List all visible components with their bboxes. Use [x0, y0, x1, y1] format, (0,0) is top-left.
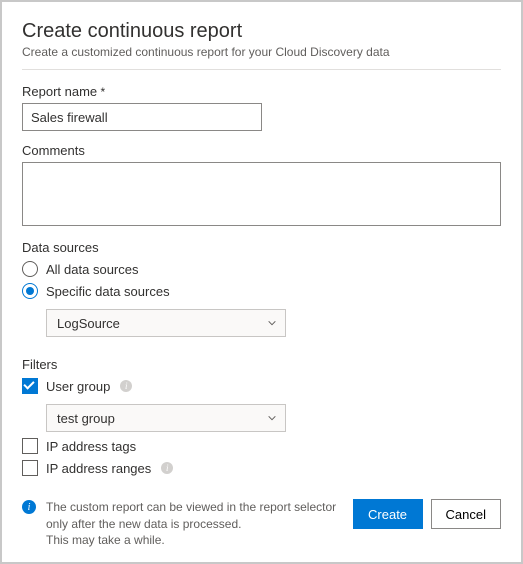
user-group-select-value: test group	[57, 411, 115, 426]
report-name-label: Report name	[22, 84, 501, 99]
user-group-select[interactable]: test group	[46, 404, 286, 432]
data-sources-label: Data sources	[22, 240, 501, 255]
chevron-down-icon	[267, 413, 277, 423]
info-icon: i	[120, 380, 132, 392]
info-icon: i	[22, 500, 36, 514]
radio-specific-label: Specific data sources	[46, 284, 170, 299]
radio-icon	[22, 261, 38, 277]
cancel-button[interactable]: Cancel	[431, 499, 501, 529]
button-row: Create Cancel	[353, 499, 501, 529]
filter-ip-tags[interactable]: IP address tags	[22, 438, 501, 454]
filter-ip-ranges-label: IP address ranges	[46, 461, 151, 476]
filter-user-group[interactable]: User group i	[22, 378, 501, 394]
comments-input[interactable]	[22, 162, 501, 226]
radio-specific-sources[interactable]: Specific data sources	[22, 283, 501, 299]
footer: i The custom report can be viewed in the…	[22, 487, 501, 548]
filter-ip-ranges[interactable]: IP address ranges i	[22, 460, 501, 476]
chevron-down-icon	[267, 318, 277, 328]
radio-icon	[22, 283, 38, 299]
info-icon: i	[161, 462, 173, 474]
filter-ip-tags-label: IP address tags	[46, 439, 136, 454]
checkbox-icon	[22, 378, 38, 394]
data-source-select-value: LogSource	[57, 316, 120, 331]
report-name-input[interactable]	[22, 103, 262, 131]
comments-label: Comments	[22, 143, 501, 158]
create-report-panel: Create continuous report Create a custom…	[0, 0, 523, 564]
data-source-select[interactable]: LogSource	[46, 309, 286, 337]
filter-user-group-label: User group	[46, 379, 110, 394]
checkbox-icon	[22, 438, 38, 454]
divider	[22, 69, 501, 70]
checkbox-icon	[22, 460, 38, 476]
page-subtitle: Create a customized continuous report fo…	[22, 45, 501, 59]
filters-label: Filters	[22, 357, 501, 372]
radio-all-sources[interactable]: All data sources	[22, 261, 501, 277]
page-title: Create continuous report	[22, 20, 501, 43]
radio-all-label: All data sources	[46, 262, 139, 277]
footer-info-text: The custom report can be viewed in the r…	[46, 499, 343, 548]
create-button[interactable]: Create	[353, 499, 423, 529]
